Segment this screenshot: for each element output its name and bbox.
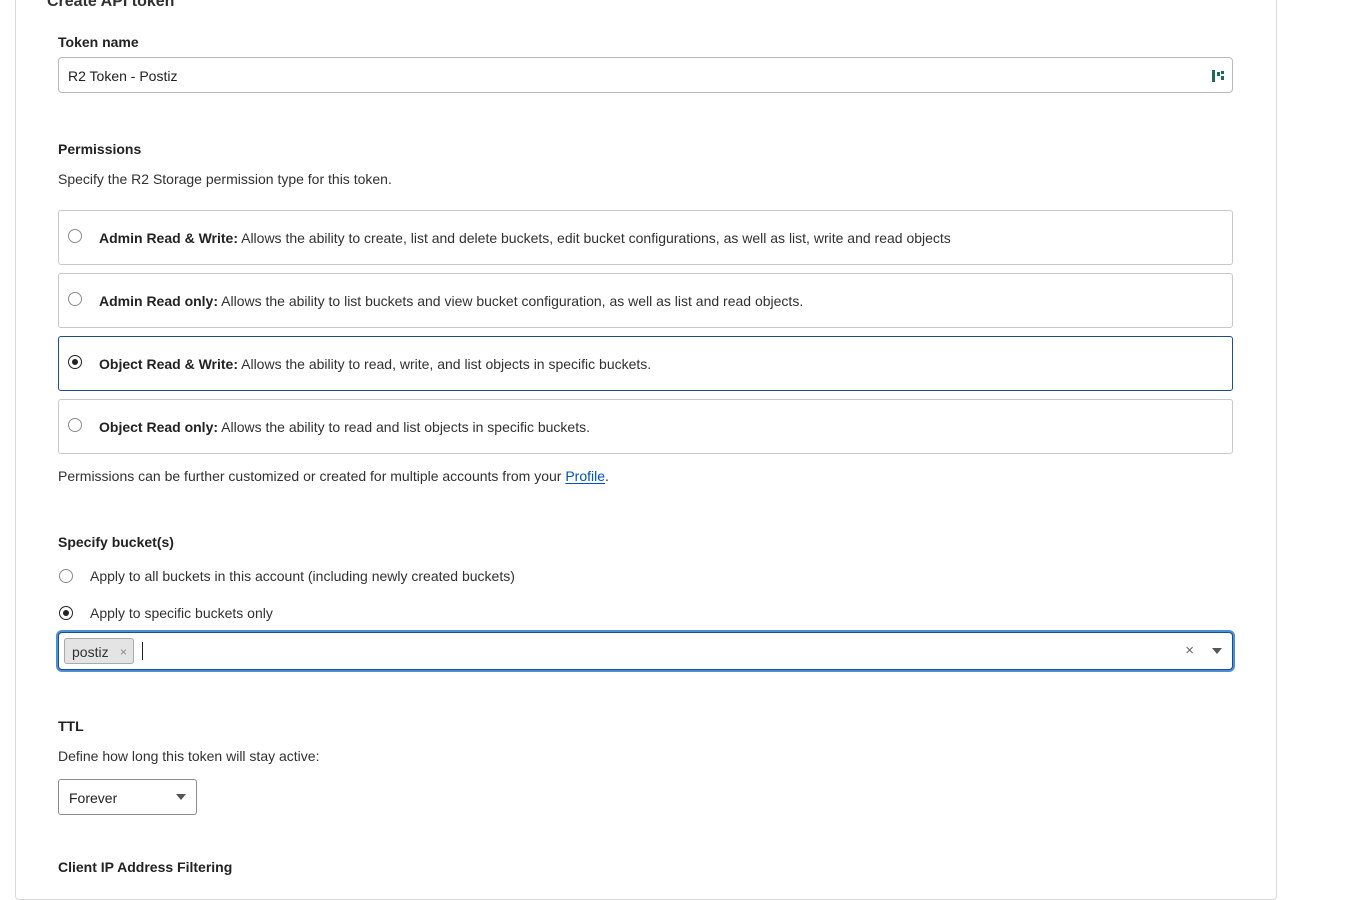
buckets-title: Specify bucket(s) (58, 534, 174, 550)
permissions-footer-text: Permissions can be further customized or… (58, 468, 566, 484)
ttl-select-value: Forever (69, 790, 118, 806)
bucket-multiselect[interactable]: postiz × × (58, 632, 1233, 670)
password-manager-icon[interactable] (1212, 69, 1224, 83)
bucket-option-all[interactable]: Apply to all buckets in this account (in… (58, 567, 558, 585)
permission-option-label: Object Read only: (99, 419, 219, 435)
permission-option-admin-read-only[interactable]: Admin Read only: Allows the ability to l… (58, 273, 1233, 328)
permission-option-admin-read-write[interactable]: Admin Read & Write: Allows the ability t… (58, 210, 1233, 265)
clear-icon[interactable]: × (1185, 642, 1194, 660)
bucket-option-all-label: Apply to all buckets in this account (in… (90, 568, 515, 584)
permission-option-label: Admin Read only: (99, 293, 219, 309)
permission-option-label: Admin Read & Write: (99, 230, 238, 246)
client-ip-title: Client IP Address Filtering (58, 859, 233, 875)
chip-remove-icon[interactable]: × (120, 645, 127, 659)
bucket-option-specific[interactable]: Apply to specific buckets only (58, 604, 318, 622)
permission-option-object-read-only[interactable]: Object Read only: Allows the ability to … (58, 399, 1233, 454)
card-title: Create API token (47, 0, 175, 10)
profile-link[interactable]: Profile (565, 468, 605, 484)
permission-option-description: Allows the ability to read and list obje… (218, 419, 590, 435)
dropdown-arrow-icon[interactable] (1212, 648, 1222, 654)
token-name-value: R2 Token - Postiz (68, 68, 178, 84)
permissions-footer-suffix: . (605, 468, 609, 484)
radio-all-buckets[interactable] (59, 569, 73, 583)
bucket-option-specific-label: Apply to specific buckets only (90, 605, 273, 621)
permission-option-description: Allows the ability to create, list and d… (237, 230, 951, 246)
bucket-chip-label: postiz (72, 644, 109, 660)
radio-object-read-only[interactable] (68, 418, 82, 432)
permission-option-description: Allows the ability to list buckets and v… (218, 293, 804, 309)
permissions-title: Permissions (58, 141, 142, 157)
radio-object-read-write[interactable] (68, 355, 82, 369)
permission-option-description: Allows the ability to read, write, and l… (238, 356, 652, 372)
ttl-select[interactable]: Forever (58, 779, 197, 815)
dropdown-arrow-icon (176, 794, 186, 800)
text-cursor (142, 642, 143, 660)
token-name-label: Token name (58, 34, 139, 50)
ttl-description: Define how long this token will stay act… (58, 748, 320, 764)
token-name-input[interactable]: R2 Token - Postiz (58, 57, 1233, 93)
permission-option-label: Object Read & Write: (99, 356, 238, 372)
permission-option-object-read-write[interactable]: Object Read & Write: Allows the ability … (58, 336, 1233, 391)
ttl-title: TTL (58, 718, 84, 734)
bucket-chip: postiz × (64, 638, 134, 664)
permissions-description: Specify the R2 Storage permission type f… (58, 171, 392, 187)
permissions-footer: Permissions can be further customized or… (58, 467, 609, 485)
radio-specific-buckets[interactable] (59, 606, 73, 620)
radio-admin-read-write[interactable] (68, 229, 82, 243)
radio-admin-read-only[interactable] (68, 292, 82, 306)
